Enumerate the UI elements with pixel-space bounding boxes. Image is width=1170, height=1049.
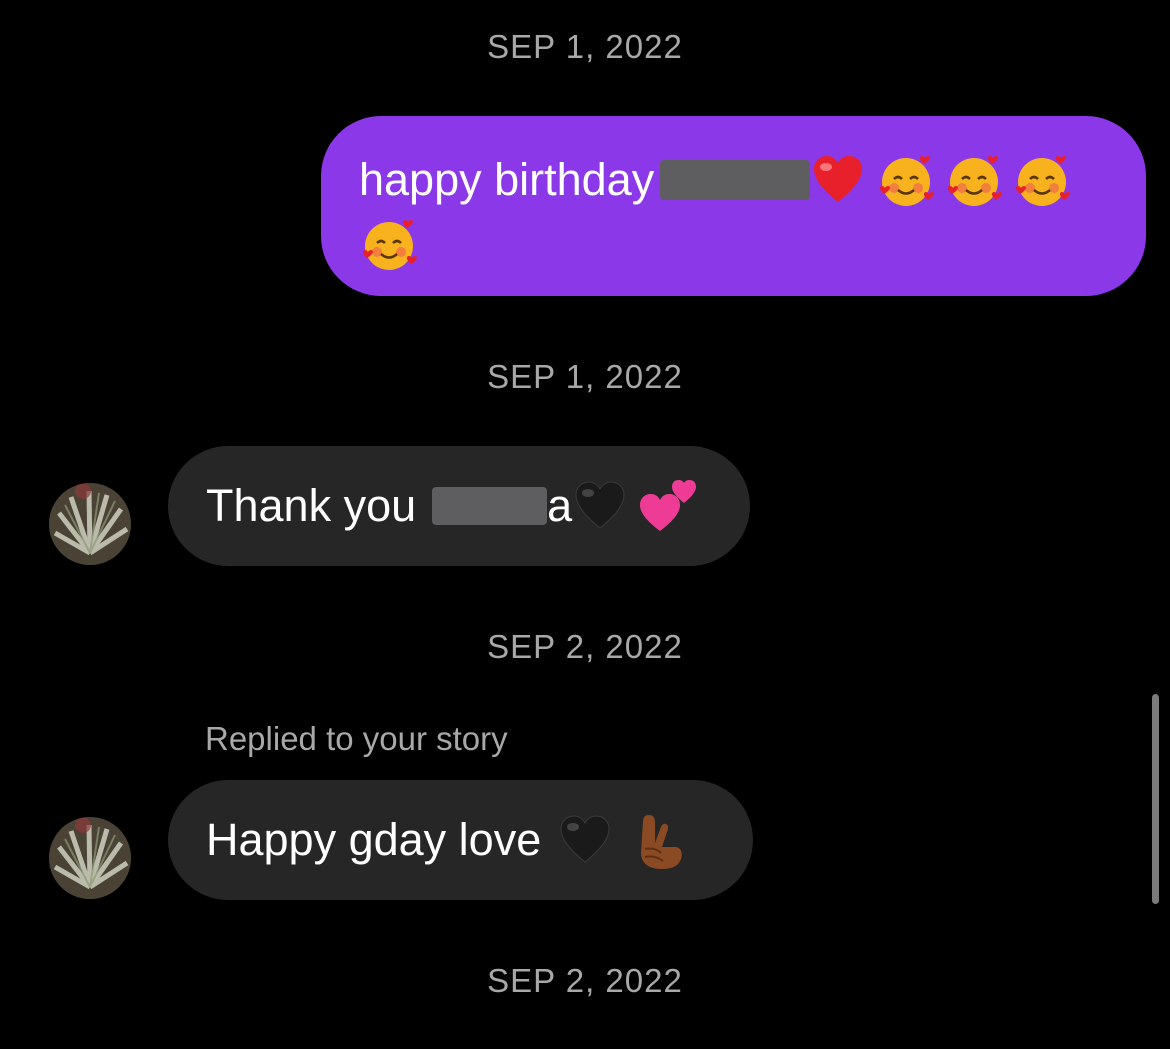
message-trailing-text: a — [547, 480, 573, 531]
smiling-face-with-hearts-icon — [880, 156, 935, 206]
avatar-image — [49, 817, 131, 899]
message-text: Thank you — [206, 480, 417, 531]
red-heart-icon — [814, 156, 863, 202]
redacted-name — [432, 487, 548, 525]
timestamp: SEP 1, 2022 — [487, 28, 683, 65]
timestamp: SEP 2, 2022 — [487, 628, 683, 665]
story-reply-label: Replied to your story — [205, 720, 508, 757]
smiling-face-with-hearts-icon — [948, 156, 1003, 206]
black-heart-icon — [560, 815, 610, 863]
incoming-message-bubble[interactable]: Happy gday love — [168, 780, 753, 900]
outgoing-message-bubble[interactable]: happy birthday — [321, 116, 1146, 296]
avatar-image — [49, 483, 131, 565]
timestamp: SEP 1, 2022 — [487, 358, 683, 395]
black-heart-icon — [575, 481, 625, 529]
message-text: Happy gday love — [206, 814, 542, 865]
two-hearts-icon — [640, 480, 697, 531]
crossed-fingers-icon — [641, 815, 682, 869]
incoming-message-bubble[interactable]: Thank you a — [168, 446, 750, 566]
smiling-face-with-hearts-icon — [1016, 156, 1071, 206]
redacted-name — [660, 160, 811, 200]
contact-avatar[interactable] — [49, 483, 131, 565]
timestamp: SEP 2, 2022 — [487, 962, 683, 999]
message-text: happy birthday — [359, 154, 655, 205]
scrollbar[interactable] — [1152, 694, 1159, 904]
contact-avatar[interactable] — [49, 817, 131, 899]
smiling-face-with-hearts-icon — [362, 220, 417, 270]
